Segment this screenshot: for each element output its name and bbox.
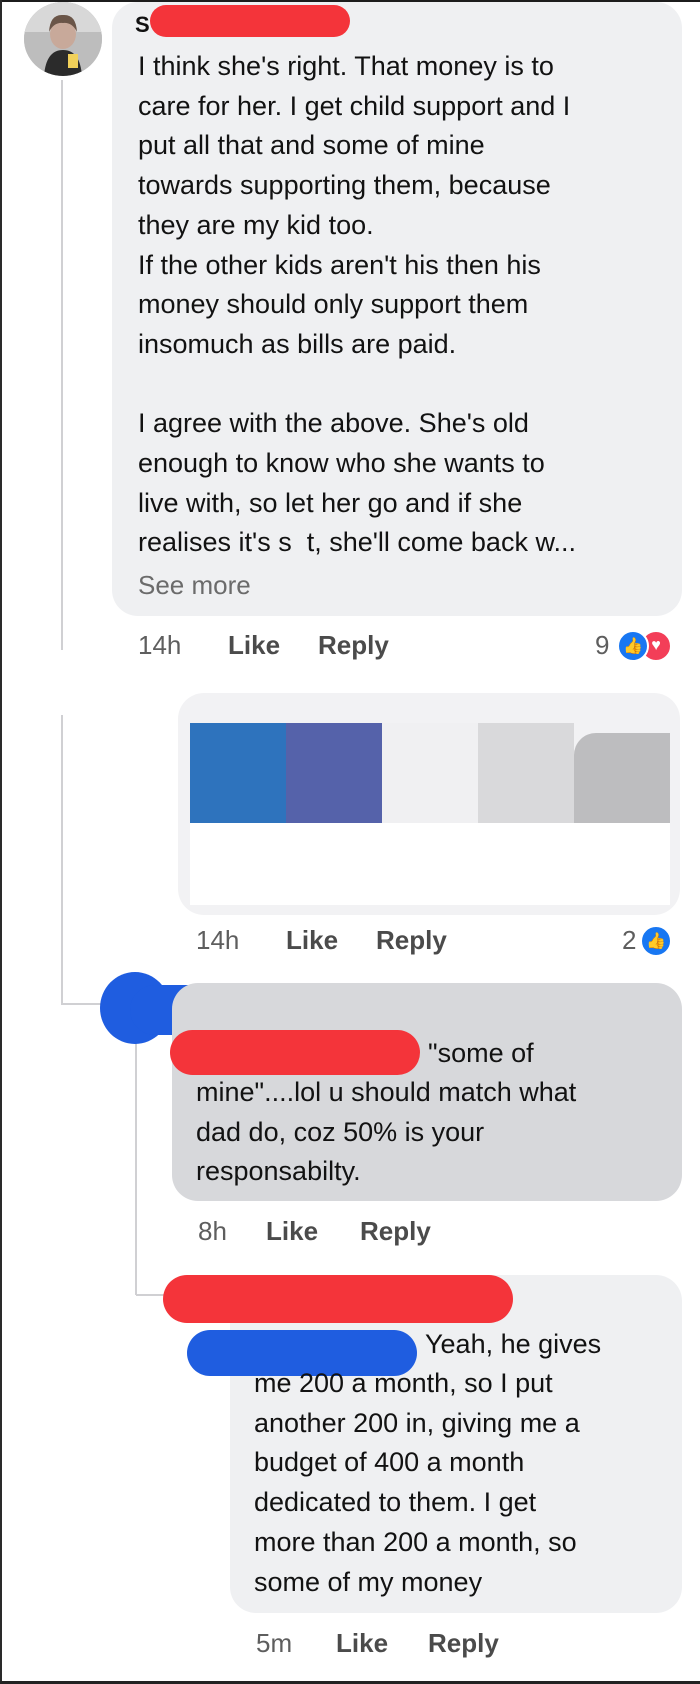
reply-button-4[interactable]: Reply	[428, 1628, 499, 1659]
reply-button-1[interactable]: Reply	[318, 630, 389, 661]
reply-button-3[interactable]: Reply	[360, 1216, 431, 1247]
reply-button-2[interactable]: Reply	[376, 925, 447, 956]
comment-text-3-line1: "some of	[428, 1038, 534, 1068]
comment-author-initial[interactable]: S	[135, 12, 150, 38]
commenter-avatar[interactable]	[24, 2, 102, 76]
like-button-2[interactable]: Like	[286, 925, 338, 956]
redacted-author-name	[150, 5, 350, 37]
obscured-area	[190, 823, 670, 905]
like-button-1[interactable]: Like	[228, 630, 280, 661]
thread-line-main	[61, 80, 63, 650]
like-button-4[interactable]: Like	[336, 1628, 388, 1659]
thread-line-main-lower	[61, 715, 63, 1005]
color-swatch-5	[574, 733, 670, 823]
thumbs-up-icon: 👍	[617, 630, 649, 662]
color-swatch-3	[382, 723, 478, 823]
thumbs-up-icon: 👍	[640, 925, 672, 957]
avatar-image	[24, 2, 102, 76]
color-swatch-1	[190, 723, 286, 823]
comment-text-4-line1: Yeah, he gives	[425, 1329, 602, 1359]
comment-text-3: mine"....lol u should match what dad do,…	[196, 1077, 577, 1187]
color-swatch-2	[286, 723, 382, 823]
redacted-author-name	[163, 1275, 513, 1323]
reaction-count-1[interactable]: 9	[595, 630, 609, 661]
comment-timestamp-1[interactable]: 14h	[138, 630, 181, 661]
comment-timestamp-3[interactable]: 8h	[198, 1216, 227, 1247]
thread-line-reply	[135, 1035, 137, 1295]
comment-text-4: me 200 a month, so I put another 200 in,…	[254, 1368, 580, 1597]
comment-timestamp-2[interactable]: 14h	[196, 925, 239, 956]
left-border	[0, 0, 2, 1684]
comment-text-1: I think she's right. That money is to ca…	[138, 51, 576, 558]
like-button-3[interactable]: Like	[266, 1216, 318, 1247]
color-swatch-4	[478, 723, 574, 823]
redacted-mention	[170, 1030, 420, 1075]
see-more-link[interactable]: See more	[138, 570, 251, 601]
reaction-count-2[interactable]: 2	[622, 925, 636, 956]
comment-timestamp-4[interactable]: 5m	[256, 1628, 292, 1659]
